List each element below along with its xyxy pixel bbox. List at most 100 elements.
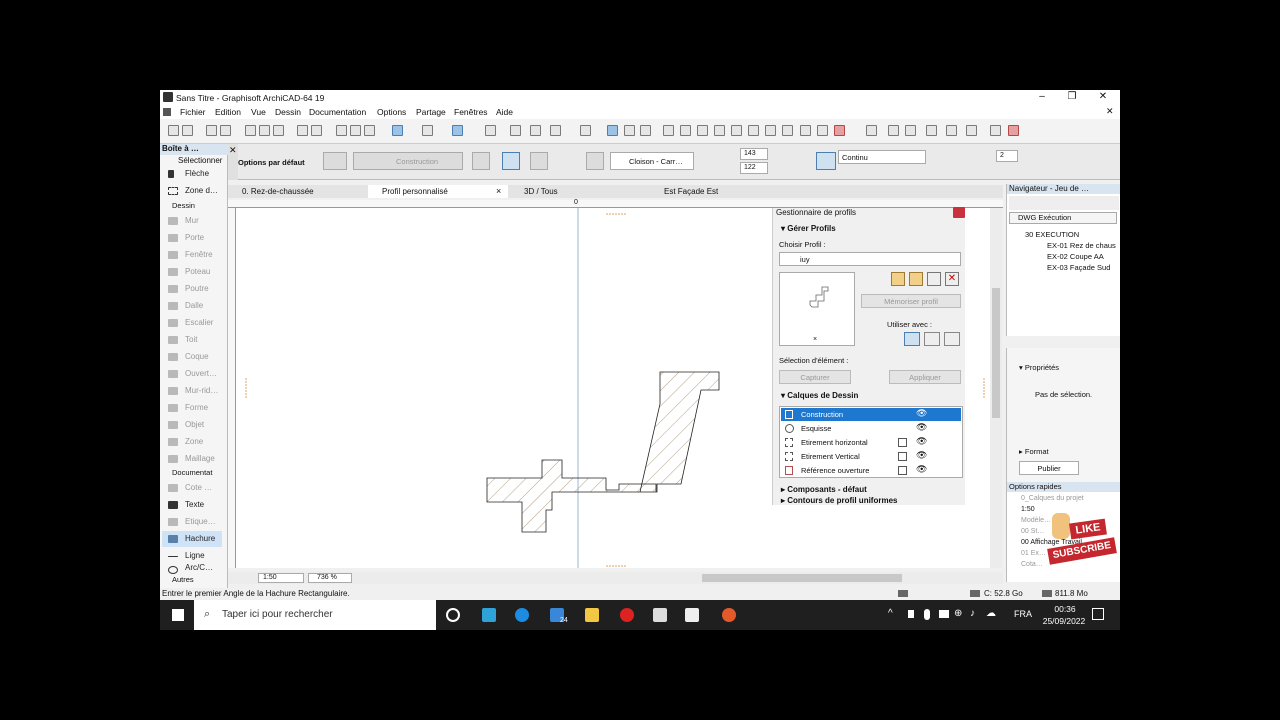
undo-icon[interactable] xyxy=(297,125,308,136)
tab-est-facade[interactable]: Est Façade Est xyxy=(650,185,790,198)
layer-snap-icon[interactable] xyxy=(392,125,403,136)
redo-icon[interactable] xyxy=(311,125,322,136)
cursor-icon[interactable] xyxy=(530,125,541,136)
fill-type-icon[interactable] xyxy=(586,152,604,170)
opera-icon[interactable] xyxy=(620,608,634,622)
tool-fleche[interactable]: Flèche xyxy=(162,166,222,182)
folder-execution[interactable]: 30 EXECUTION xyxy=(1025,230,1079,239)
duplicate-profile-icon[interactable] xyxy=(909,272,923,286)
tool-objet[interactable]: Objet xyxy=(162,417,222,433)
gerer-profils-header[interactable]: ▾ Gérer Profils xyxy=(781,224,836,233)
ruler-icon[interactable] xyxy=(624,125,635,136)
profile-selector[interactable]: iuy xyxy=(779,252,961,266)
windows-start-icon[interactable] xyxy=(172,609,184,621)
minimize-button[interactable]: – xyxy=(1027,91,1057,104)
profile-manager-close-icon[interactable] xyxy=(953,207,965,218)
layer-row-esquisse[interactable]: Esquisse 👁 xyxy=(781,422,961,435)
section-icon[interactable] xyxy=(782,125,793,136)
tool-etiquette[interactable]: Etique… xyxy=(162,514,222,530)
tool-mur[interactable]: Mur xyxy=(162,213,222,229)
tool-dalle[interactable]: Dalle xyxy=(162,298,222,314)
recorder-icon[interactable] xyxy=(722,608,736,622)
navigator-item[interactable]: EX-01 Rez de chaus xyxy=(1047,241,1116,250)
new-profile-icon[interactable] xyxy=(891,272,905,286)
delete-profile-icon[interactable]: ✕ xyxy=(945,272,959,286)
file-explorer-icon[interactable] xyxy=(585,608,599,622)
menu-aide[interactable]: Aide xyxy=(496,107,513,117)
open-file-icon[interactable] xyxy=(182,125,193,136)
line-type-selector[interactable]: Continu xyxy=(838,150,926,164)
globe-icon[interactable] xyxy=(866,125,877,136)
quick-model-view[interactable]: Modèle… xyxy=(1021,517,1051,524)
quick-scale[interactable]: 1:50 xyxy=(1021,506,1035,513)
gravity-icon[interactable] xyxy=(452,125,463,136)
close-button[interactable]: ✕ xyxy=(1088,91,1118,104)
guideline-icon[interactable] xyxy=(422,125,433,136)
publisher-icon[interactable] xyxy=(905,125,916,136)
layer-checkbox[interactable] xyxy=(898,466,907,475)
app-menu-icon[interactable] xyxy=(163,108,171,116)
tool-ouverture[interactable]: Ouvert… xyxy=(162,366,222,382)
eye-icon[interactable]: 👁 xyxy=(916,436,927,447)
layer-selector[interactable]: Construction xyxy=(353,152,463,170)
bimx-icon[interactable] xyxy=(1008,125,1019,136)
suspend-groups-icon[interactable] xyxy=(510,125,521,136)
tab-rez-de-chaussee[interactable]: 0. Rez-de-chaussée xyxy=(228,185,368,198)
line-type-icon[interactable] xyxy=(816,152,836,170)
layer-checkbox[interactable] xyxy=(898,438,907,447)
eye-icon[interactable]: 👁 xyxy=(916,422,927,433)
elevation-icon[interactable] xyxy=(800,125,811,136)
properties-header[interactable]: ▾ Propriétés xyxy=(1019,363,1059,372)
intersect-icon[interactable] xyxy=(748,125,759,136)
layer-row-construction[interactable]: Construction 👁 xyxy=(781,408,961,421)
menu-fichier[interactable]: Fichier xyxy=(180,107,206,117)
layout-book-icon[interactable] xyxy=(888,125,899,136)
rename-profile-icon[interactable] xyxy=(927,272,941,286)
tool-poteau[interactable]: Poteau xyxy=(162,264,222,280)
tool-fenetre[interactable]: Fenêtre xyxy=(162,247,222,263)
contours-header[interactable]: ▸ Contours de profil uniformes xyxy=(781,496,897,505)
composants-header[interactable]: ▸ Composants - défaut xyxy=(781,485,867,494)
tool-coque[interactable]: Coque xyxy=(162,349,222,365)
use-with-beam-icon[interactable] xyxy=(924,332,940,346)
onedrive-icon[interactable]: ☁ xyxy=(986,608,996,619)
tool-mur-rideau[interactable]: Mur-rid… xyxy=(162,383,222,399)
store-icon[interactable] xyxy=(653,608,667,622)
publier-button[interactable]: Publier xyxy=(1019,461,1079,475)
navigator-item[interactable]: EX-02 Coupe AA xyxy=(1047,252,1104,261)
scale-input[interactable]: 2 xyxy=(996,150,1018,162)
tool-escalier[interactable]: Escalier xyxy=(162,315,222,331)
report-icon[interactable] xyxy=(946,125,957,136)
publisher-set-selector[interactable]: DWG Exécution xyxy=(1009,212,1117,224)
tool-arc[interactable]: Arc/C… xyxy=(162,562,222,574)
layer-row-etirement-vertical[interactable]: Etirement Vertical 👁 xyxy=(781,450,961,463)
capturer-button[interactable]: Capturer xyxy=(779,370,851,384)
pen-number-2[interactable]: 122 xyxy=(740,162,768,174)
grid-snap-icon[interactable] xyxy=(485,125,496,136)
trace-icon[interactable] xyxy=(580,125,591,136)
edge-icon[interactable] xyxy=(515,608,529,622)
tool-cote[interactable]: Cote … xyxy=(162,480,222,496)
archicad-taskbar-icon[interactable] xyxy=(685,608,699,622)
layer-row-etirement-horizontal[interactable]: Etirement horizontal 👁 xyxy=(781,436,961,449)
3d-view-icon[interactable] xyxy=(817,125,828,136)
quick-layer-combo[interactable]: 0_Calques du projet xyxy=(1021,495,1084,502)
schedule-icon[interactable] xyxy=(966,125,977,136)
tool-forme[interactable]: Forme xyxy=(162,400,222,416)
tool-hachure[interactable]: Hachure xyxy=(162,531,222,547)
pick-up-icon[interactable] xyxy=(350,125,361,136)
section-documentation[interactable]: Documentat xyxy=(162,468,222,479)
tool-poutre[interactable]: Poutre xyxy=(162,281,222,297)
notification-icon[interactable] xyxy=(1092,608,1104,620)
zoom-field[interactable]: 736 % xyxy=(308,573,352,583)
offset-icon[interactable] xyxy=(697,125,708,136)
copy-icon[interactable] xyxy=(259,125,270,136)
calc-icon[interactable] xyxy=(990,125,1001,136)
tray-app-icon[interactable] xyxy=(908,610,914,618)
clock-time[interactable]: 00:36 xyxy=(1048,604,1082,614)
tab-profil-personnalise[interactable]: Profil personnalisé xyxy=(368,185,508,198)
clock-date[interactable]: 25/09/2022 xyxy=(1036,616,1092,626)
tool-texte[interactable]: Texte xyxy=(162,497,222,513)
cut-icon[interactable] xyxy=(245,125,256,136)
tool-zone[interactable]: Zone xyxy=(162,434,222,450)
